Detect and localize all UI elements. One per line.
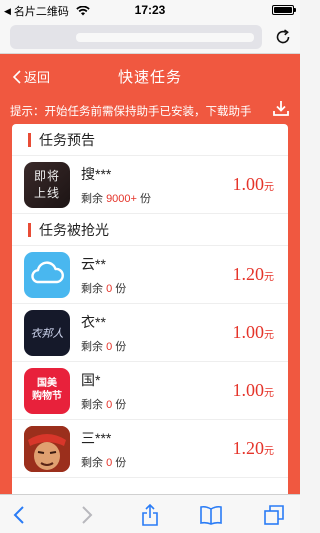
task-item[interactable]: 即将 上线 搜*** 剩余 9000+ 份 1.00元	[12, 156, 288, 214]
task-name: 三***	[81, 429, 112, 446]
character-face-icon	[24, 425, 70, 472]
task-remaining: 剩余 0 份	[81, 454, 126, 470]
reward-currency: 元	[264, 446, 274, 457]
tabs-icon[interactable]	[262, 503, 286, 527]
game-character-app-icon	[24, 425, 70, 472]
remaining-unit: 份	[115, 398, 127, 411]
page-title: 快速任务	[117, 69, 182, 86]
reward-amount: 1.00	[232, 322, 265, 342]
remaining-count: 0	[106, 282, 113, 295]
icon-text: 国美	[37, 377, 57, 389]
remaining-label: 剩余	[81, 340, 103, 353]
task-reward: 1.00元	[233, 322, 275, 343]
task-name: 搜***	[81, 165, 112, 182]
reward-amount: 1.20	[232, 438, 265, 458]
reward-currency: 元	[264, 182, 274, 193]
section-title: 任务被抢光	[39, 221, 109, 238]
url-field[interactable]	[10, 25, 262, 49]
task-remaining: 剩余 0 份	[81, 280, 126, 296]
remaining-unit: 份	[140, 192, 152, 205]
app-header: 返回 快速任务	[0, 54, 300, 96]
task-item[interactable]: 云** 剩余 0 份 1.20元	[12, 246, 288, 304]
task-item[interactable]: 国美 购物节 国* 剩余 0 份 1.00元	[12, 362, 288, 420]
task-name: 衣**	[81, 313, 106, 330]
reward-amount: 1.00	[232, 380, 265, 400]
icon-text: 衣邦人	[30, 327, 64, 340]
section-header-grabbed: 任务被抢光	[12, 214, 288, 246]
section-title: 任务预告	[39, 131, 95, 148]
browser-forward-icon[interactable]	[74, 503, 98, 527]
task-remaining: 剩余 0 份	[81, 396, 126, 412]
task-reward: 1.20元	[233, 264, 275, 285]
reward-currency: 元	[264, 272, 274, 283]
reload-icon[interactable]	[274, 28, 292, 46]
task-reward: 1.20元	[233, 438, 275, 459]
download-icon[interactable]	[272, 99, 290, 117]
icon-text: 即将	[33, 168, 60, 183]
remaining-label: 剩余	[81, 192, 103, 205]
remaining-unit: 份	[115, 340, 127, 353]
task-reward: 1.00元	[233, 174, 275, 195]
remaining-label: 剩余	[81, 456, 103, 469]
remaining-label: 剩余	[81, 282, 103, 295]
task-remaining: 剩余 9000+ 份	[81, 190, 151, 206]
task-name: 国*	[81, 371, 101, 388]
tip-bar: 提示：开始任务前需保持助手已安装，下载助手	[0, 96, 300, 124]
url-text-redacted	[76, 33, 254, 42]
gome-app-icon: 国美 购物节	[24, 367, 70, 414]
reward-currency: 元	[264, 388, 274, 399]
icon-text: 购物节	[32, 390, 62, 402]
remaining-count: 0	[106, 456, 113, 469]
battery-icon	[272, 5, 296, 15]
tip-text: 提示：开始任务前需保持助手已安装，下载助手	[10, 106, 252, 118]
task-card: 任务预告 即将 上线 搜*** 剩余 9000+ 份 1.00元 任务被抢光 云…	[12, 124, 288, 494]
remaining-label: 剩余	[81, 398, 103, 411]
section-marker	[28, 132, 31, 147]
yibangren-app-icon: 衣邦人	[24, 309, 70, 356]
section-header-preview: 任务预告	[12, 124, 288, 156]
remaining-count: 0	[106, 340, 113, 353]
cloud-icon	[31, 260, 64, 283]
upcoming-app-icon: 即将 上线	[24, 161, 70, 208]
share-icon[interactable]	[138, 503, 162, 527]
task-item[interactable]: 衣邦人 衣** 剩余 0 份 1.00元	[12, 304, 288, 362]
browser-toolbar	[0, 494, 300, 533]
icon-text: 上线	[33, 185, 60, 200]
remaining-count: 0	[106, 398, 113, 411]
remaining-unit: 份	[115, 282, 127, 295]
remaining-count: 9000+	[106, 192, 137, 205]
browser-back-icon[interactable]	[8, 503, 32, 527]
reward-amount: 1.20	[232, 264, 265, 284]
cloud-app-icon	[24, 251, 70, 298]
task-reward: 1.00元	[233, 380, 275, 401]
remaining-unit: 份	[115, 456, 127, 469]
section-marker	[28, 222, 31, 237]
task-name: 云**	[81, 255, 106, 272]
status-bar: ◀ 名片二维码 17:23	[0, 0, 300, 20]
bookmarks-icon[interactable]	[199, 503, 223, 527]
browser-address-bar	[0, 20, 300, 54]
task-item[interactable]: 三*** 剩余 0 份 1.20元	[12, 420, 288, 478]
reward-amount: 1.00	[232, 174, 265, 194]
task-remaining: 剩余 0 份	[81, 338, 126, 354]
reward-currency: 元	[264, 330, 274, 341]
status-time: 17:23	[134, 3, 166, 17]
